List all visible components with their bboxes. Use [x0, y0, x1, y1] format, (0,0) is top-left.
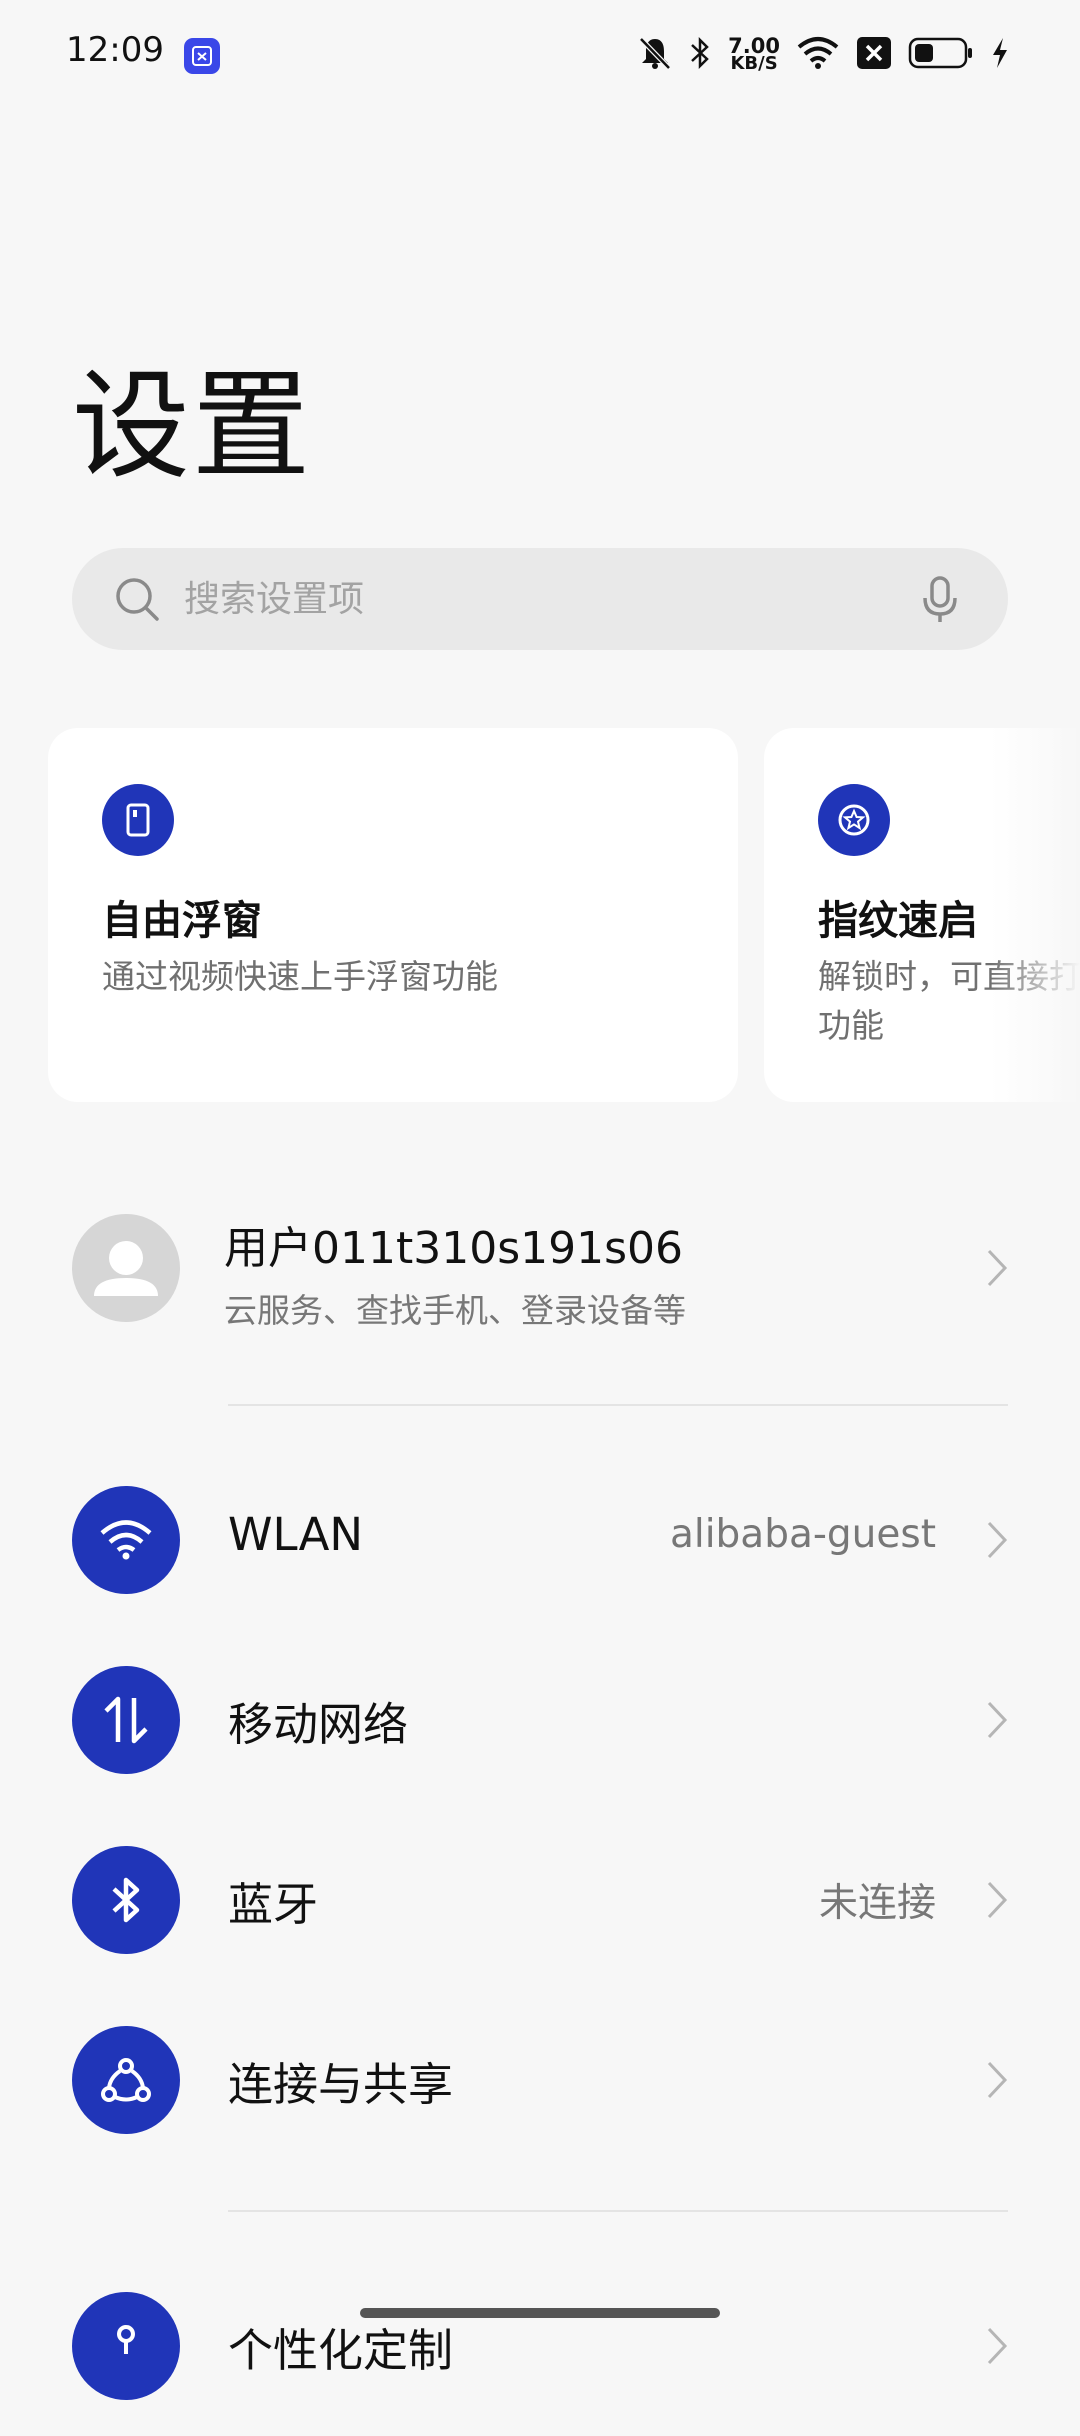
wifi-icon — [796, 36, 840, 74]
search-icon — [116, 578, 159, 621]
chevron-right-icon — [987, 2327, 1008, 2365]
search-input[interactable] — [182, 577, 886, 621]
microphone-icon[interactable] — [920, 576, 960, 624]
mute-bell-icon — [638, 35, 672, 75]
chevron-right-icon — [987, 1701, 1008, 1739]
account-subtitle: 云服务、查找手机、登录设备等 — [224, 1291, 686, 1330]
fingerprint-star-icon — [818, 784, 890, 856]
settings-item-mobile-network[interactable]: 移动网络 — [0, 1630, 1080, 1810]
settings-item-label: 连接与共享 — [228, 2058, 454, 2111]
battery-icon — [908, 36, 974, 74]
settings-item-label: 个性化定制 — [228, 2324, 454, 2377]
sim-none-icon — [856, 36, 892, 74]
app-screen-icon — [184, 38, 220, 74]
status-time: 12:09 — [66, 30, 164, 70]
chevron-right-icon — [987, 1521, 1008, 1559]
search-bar[interactable] — [72, 548, 1008, 650]
settings-item-label: 蓝牙 — [228, 1878, 319, 1931]
status-icons: 7.00 KB/S — [638, 30, 1010, 80]
net-speed-unit: KB/S — [730, 53, 778, 74]
charging-icon — [990, 36, 1010, 74]
divider — [228, 2210, 1008, 2212]
bluetooth-icon — [72, 1846, 180, 1954]
mobile-data-icon — [72, 1666, 180, 1774]
status-bar: 12:09 7.00 KB/S — [0, 0, 1080, 110]
card-title: 自由浮窗 — [102, 898, 262, 944]
personalization-icon — [72, 2292, 180, 2400]
settings-item-bluetooth[interactable]: 蓝牙 未连接 — [0, 1810, 1080, 1990]
divider — [228, 1404, 1008, 1406]
settings-item-value: 未连接 — [818, 1881, 936, 1926]
bluetooth-icon — [688, 35, 712, 75]
settings-item-wlan[interactable]: WLAN alibaba-guest — [0, 1450, 1080, 1630]
net-speed: 7.00 KB/S — [728, 36, 780, 74]
settings-item-label: 移动网络 — [228, 1698, 409, 1751]
settings-item-label: WLAN — [228, 1508, 364, 1561]
account-row[interactable]: 用户011t310s191s06 云服务、查找手机、登录设备等 — [0, 1190, 1080, 1350]
card-description: 通过视频快速上手浮窗功能 — [102, 957, 498, 996]
avatar — [72, 1214, 180, 1322]
home-indicator[interactable] — [360, 2308, 720, 2318]
settings-item-personalization[interactable]: 个性化定制 — [0, 2256, 1080, 2436]
share-connection-icon — [72, 2026, 180, 2134]
settings-item-connection-sharing[interactable]: 连接与共享 — [0, 1990, 1080, 2170]
settings-item-value: alibaba-guest — [669, 1512, 936, 1557]
scroll-fade — [990, 728, 1080, 1102]
account-name: 用户011t310s191s06 — [224, 1223, 684, 1274]
page-title: 设置 — [72, 357, 313, 495]
chevron-right-icon — [987, 1249, 1008, 1287]
card-title: 指纹速启 — [818, 898, 978, 944]
floating-window-icon — [102, 784, 174, 856]
feature-cards: 自由浮窗 通过视频快速上手浮窗功能 指纹速启 解锁时，可直接打开 功能 — [48, 728, 1080, 1102]
card-floating-window[interactable]: 自由浮窗 通过视频快速上手浮窗功能 — [48, 728, 738, 1102]
wifi-icon — [72, 1486, 180, 1594]
chevron-right-icon — [987, 1881, 1008, 1919]
chevron-right-icon — [987, 2061, 1008, 2099]
